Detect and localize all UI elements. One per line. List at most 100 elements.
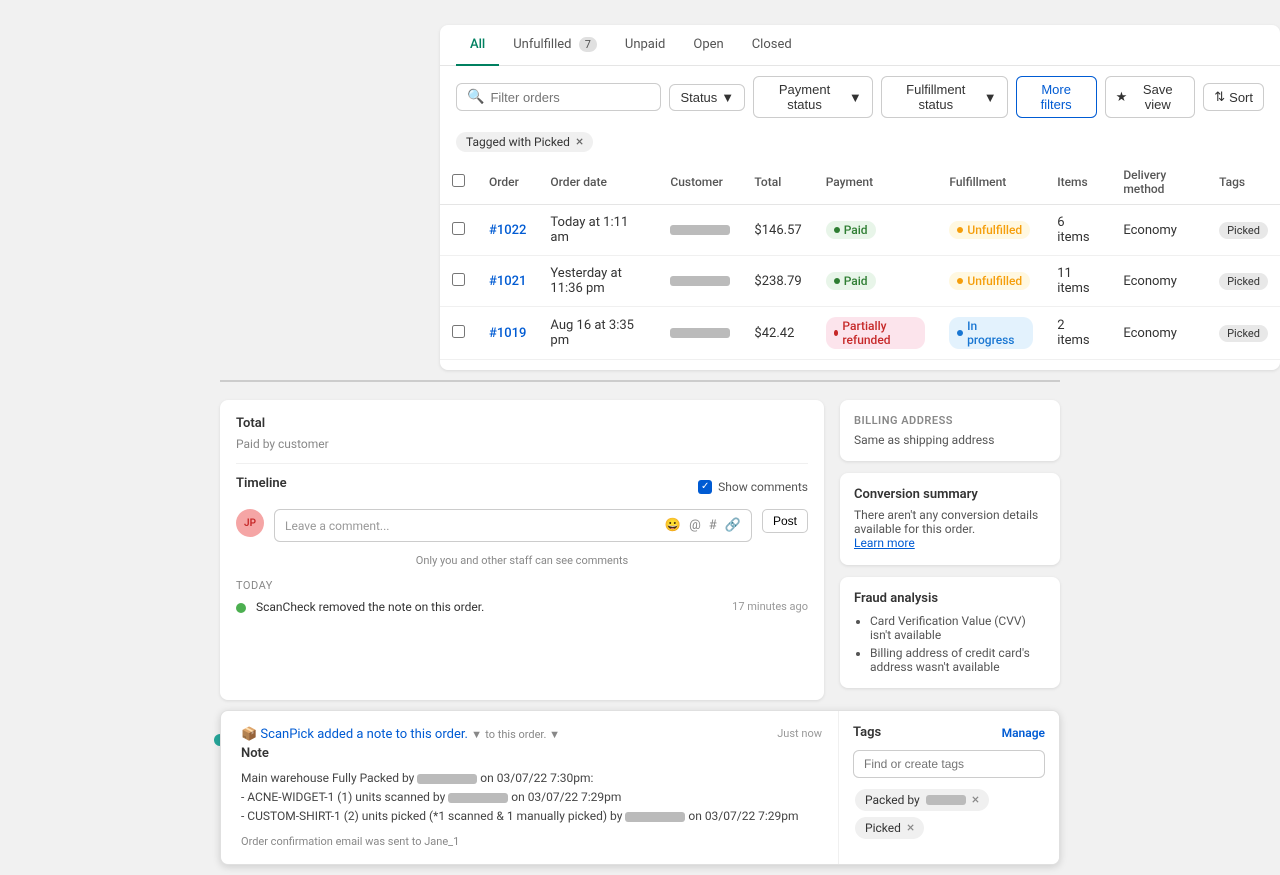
select-all-checkbox[interactable] xyxy=(452,174,465,187)
order-total: $42.42 xyxy=(742,307,813,360)
comment-input-box[interactable]: Leave a comment... 😀 @ # 🔗 xyxy=(274,509,752,542)
payment-status-filter-button[interactable]: Payment status ▼ xyxy=(753,76,873,118)
order-confirmation-note: Order confirmation email was sent to Jan… xyxy=(241,835,818,848)
note-content: Main warehouse Fully Packed by on 03/07/… xyxy=(241,769,818,827)
row-checkbox[interactable] xyxy=(452,222,465,235)
comment-placeholder: Leave a comment... xyxy=(285,519,389,533)
row-checkbox[interactable] xyxy=(452,325,465,338)
col-total: Total xyxy=(742,160,813,205)
billing-card: BILLING ADDRESS Same as shipping address xyxy=(840,400,1060,461)
show-comments-checkbox[interactable]: ✓ xyxy=(698,480,712,494)
col-tags: Tags xyxy=(1207,160,1280,205)
hashtag-icon[interactable]: # xyxy=(709,518,717,533)
middle-panel: Total Paid by customer Timeline ✓ Show c… xyxy=(220,390,1060,710)
fulfillment-status: In progress xyxy=(937,307,1045,360)
orders-tabs: All Unfulfilled 7 Unpaid Open Closed xyxy=(440,25,1280,66)
conversion-text: There aren't any conversion details avai… xyxy=(854,508,1046,536)
total-title: Total xyxy=(236,416,808,431)
filters-row: 🔍 Status ▼ Payment status ▼ Fulfillment … xyxy=(440,66,1280,128)
find-tags-input[interactable] xyxy=(853,750,1045,778)
order-date: Yesterday at 11:36 pm xyxy=(538,256,658,307)
paid-label: Paid by customer xyxy=(236,437,808,451)
order-link[interactable]: #1022 xyxy=(489,223,526,238)
emoji-icon[interactable]: 😀 xyxy=(665,518,681,533)
search-box[interactable]: 🔍 xyxy=(456,83,661,111)
learn-more-link[interactable]: Learn more xyxy=(854,536,915,550)
orders-table: Order Order date Customer Total Payment … xyxy=(440,160,1280,360)
col-order: Order xyxy=(477,160,538,205)
tags-panel: Tags Manage Packed by × Picked × xyxy=(839,711,1059,864)
conversion-card: Conversion summary There aren't any conv… xyxy=(840,473,1060,565)
manage-link[interactable]: Manage xyxy=(1002,726,1045,740)
col-order-date: Order date xyxy=(538,160,658,205)
note-title: Note xyxy=(241,746,818,761)
chevron-down-icon: ▼ xyxy=(721,90,734,105)
active-filter-tag: Tagged with Picked × xyxy=(456,132,593,152)
delivery-method: Economy xyxy=(1111,205,1207,256)
tab-unfulfilled[interactable]: Unfulfilled 7 xyxy=(499,25,611,66)
scanpick-icon: 📦 xyxy=(241,727,257,742)
conversion-title: Conversion summary xyxy=(854,487,1046,502)
chevron-down-icon: ▼ xyxy=(984,90,997,105)
mention-icon[interactable]: @ xyxy=(689,518,701,533)
tab-unpaid[interactable]: Unpaid xyxy=(611,25,679,66)
billing-value: Same as shipping address xyxy=(854,433,1046,447)
order-link[interactable]: #1021 xyxy=(489,274,526,289)
remove-filter-button[interactable]: × xyxy=(576,135,583,149)
order-tag: Picked xyxy=(1219,325,1268,342)
status-filter-button[interactable]: Status ▼ xyxy=(669,84,745,111)
fulfillment-status-filter-button[interactable]: Fulfillment status ▼ xyxy=(881,76,1008,118)
attachment-icon[interactable]: 🔗 xyxy=(725,518,741,533)
payment-status: Partially refunded xyxy=(814,307,938,360)
tab-closed[interactable]: Closed xyxy=(738,25,806,66)
tag-remove-button[interactable]: × xyxy=(907,820,914,836)
timeline-title: Timeline xyxy=(236,476,287,491)
scanpick-header: 📦 ScanPick added a note to this order. ▼… xyxy=(241,727,818,742)
tab-open[interactable]: Open xyxy=(679,25,737,66)
col-fulfillment: Fulfillment xyxy=(937,160,1045,205)
search-icon: 🔍 xyxy=(467,89,484,105)
payment-status: Paid xyxy=(814,256,938,307)
delivery-method: Economy xyxy=(1111,307,1207,360)
col-items: Items xyxy=(1045,160,1111,205)
unfulfilled-badge: 7 xyxy=(579,37,597,52)
payment-status: Paid xyxy=(814,205,938,256)
tag-remove-button[interactable]: × xyxy=(972,792,979,808)
more-filters-button[interactable]: More filters xyxy=(1016,76,1097,118)
sort-button[interactable]: ⇅ Sort xyxy=(1203,83,1264,111)
overlay-left: 📦 ScanPick added a note to this order. ▼… xyxy=(221,711,839,864)
comment-icons: 😀 @ # 🔗 xyxy=(665,518,741,533)
overlay-panel: 📦 ScanPick added a note to this order. ▼… xyxy=(220,710,1060,865)
post-button[interactable]: Post xyxy=(762,509,808,533)
fulfillment-status: Unfulfilled xyxy=(937,205,1045,256)
active-filters: Tagged with Picked × xyxy=(440,128,1280,160)
scanpick-time: Just now xyxy=(777,727,822,740)
search-input[interactable] xyxy=(490,90,650,105)
show-comments: ✓ Show comments xyxy=(698,480,808,494)
col-customer: Customer xyxy=(658,160,742,205)
star-icon: ★ xyxy=(1116,89,1128,105)
main-content: Total Paid by customer Timeline ✓ Show c… xyxy=(220,400,824,700)
tab-all[interactable]: All xyxy=(456,25,499,66)
overlay-wrapper: 📦 ScanPick added a note to this order. ▼… xyxy=(220,710,1060,865)
timeline-event-time: 17 minutes ago xyxy=(732,600,808,613)
total-section: Total Paid by customer xyxy=(236,416,808,464)
customer-name xyxy=(658,205,742,256)
col-delivery: Delivery method xyxy=(1111,160,1207,205)
right-sidebar: BILLING ADDRESS Same as shipping address… xyxy=(840,400,1060,700)
fraud-card: Fraud analysis Card Verification Value (… xyxy=(840,577,1060,688)
order-tag: Picked xyxy=(1219,273,1268,290)
row-checkbox[interactable] xyxy=(452,273,465,286)
tag-item: Packed by × xyxy=(855,789,989,811)
comment-area: JP Leave a comment... 😀 @ # 🔗 Post xyxy=(236,509,808,542)
orders-panel: All Unfulfilled 7 Unpaid Open Closed 🔍 S… xyxy=(440,25,1280,370)
order-link[interactable]: #1019 xyxy=(489,326,526,341)
items-count: 6 items xyxy=(1045,205,1111,256)
save-view-button[interactable]: ★ Save view xyxy=(1105,76,1196,118)
blurred-name xyxy=(926,795,966,805)
order-date: Today at 1:11 am xyxy=(538,205,658,256)
billing-title: BILLING ADDRESS xyxy=(854,414,1046,427)
items-count: 11 items xyxy=(1045,256,1111,307)
delivery-method: Economy xyxy=(1111,256,1207,307)
customer-name xyxy=(658,256,742,307)
